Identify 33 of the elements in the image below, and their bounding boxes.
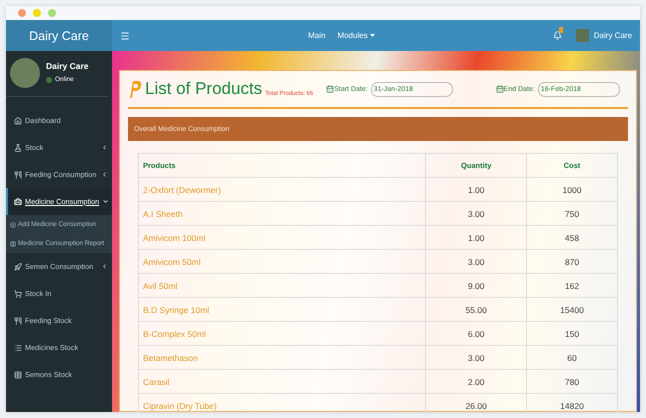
table-cell: 9.00 xyxy=(426,274,526,298)
user-name: Dairy Care xyxy=(46,61,89,71)
nav-link[interactable]: Main xyxy=(302,31,332,40)
table-cell: 1.00 xyxy=(426,226,526,250)
table-cell: 6.00 xyxy=(426,322,526,346)
product-link[interactable]: Avil 50ml xyxy=(138,274,426,298)
table-cell: 1000 xyxy=(526,178,618,202)
table-cell: 3.00 xyxy=(426,250,526,274)
table-cell: 780 xyxy=(526,370,618,394)
table-cell: 3.00 xyxy=(426,202,526,226)
table-cell: 870 xyxy=(526,250,618,274)
product-link[interactable]: Carasil xyxy=(138,370,426,394)
table-cell: 162 xyxy=(526,274,618,298)
table-cell: 150 xyxy=(526,322,618,346)
page-title: List of Products xyxy=(145,79,262,99)
user-name[interactable]: Dairy Care xyxy=(594,31,632,40)
brand-title[interactable]: Dairy Care xyxy=(6,20,112,51)
product-link[interactable]: B-Complex 50ml xyxy=(138,322,426,346)
product-link[interactable]: B.D Syringe 10ml xyxy=(138,298,426,322)
table-cell: 2.00 xyxy=(426,370,526,394)
product-link[interactable]: Cipravin (Dry Tube) xyxy=(138,394,426,412)
table-cell: 458 xyxy=(526,226,618,250)
table-cell: 55.00 xyxy=(426,298,526,322)
table-cell: 15400 xyxy=(526,298,618,322)
product-link[interactable]: Betamethason xyxy=(138,346,426,370)
product-link[interactable]: Amivicom 100ml xyxy=(138,226,426,250)
table-cell: 3.00 xyxy=(426,346,526,370)
table-cell: 750 xyxy=(526,202,618,226)
table-cell: 1.00 xyxy=(426,178,526,202)
nav-link[interactable]: Modules xyxy=(331,31,381,40)
table-cell: 60 xyxy=(526,346,618,370)
product-link[interactable]: 2-Oxfort (Dewormer) xyxy=(138,178,426,202)
product-link[interactable]: Amivicom 50ml xyxy=(138,250,426,274)
